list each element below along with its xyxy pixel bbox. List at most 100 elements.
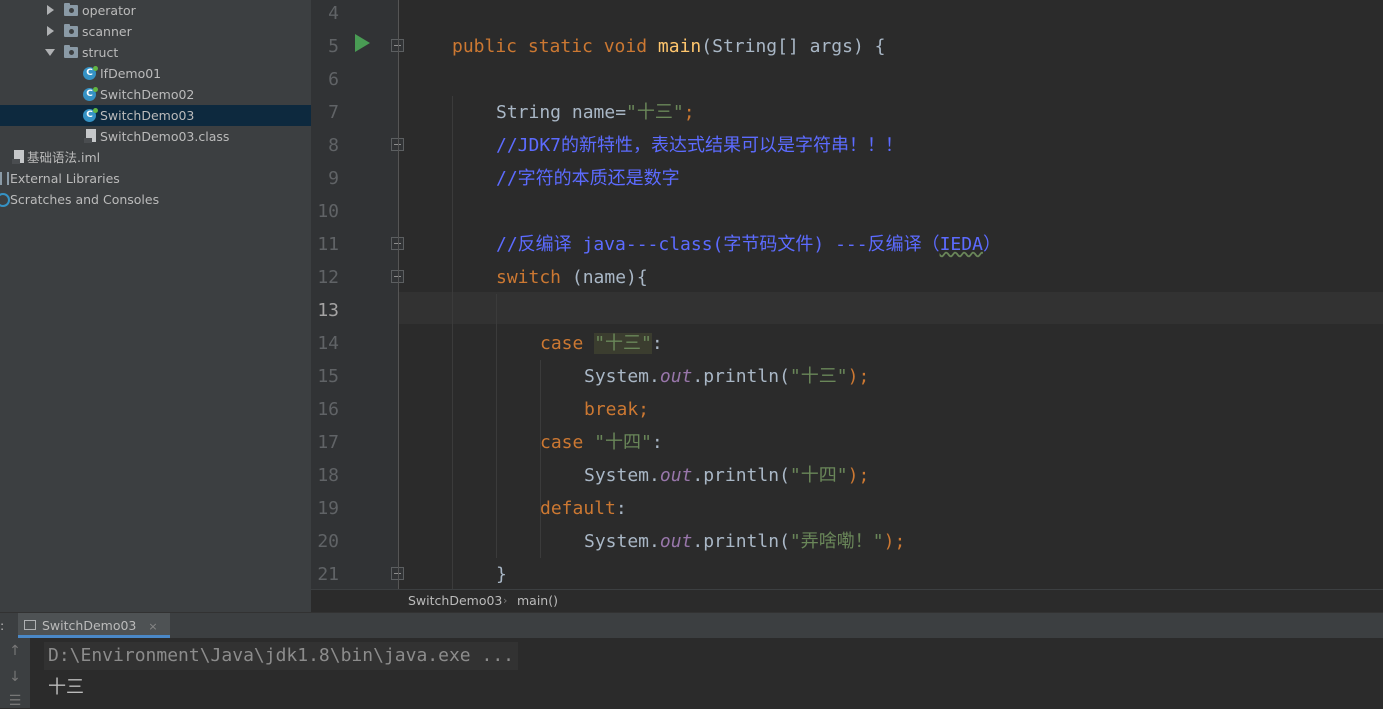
code-line-20: System.out.println("弄啥嘞！"); bbox=[584, 525, 905, 558]
code-line-5: public static void main(String[] args) { bbox=[452, 30, 886, 63]
tree-item-switchdemo03-class[interactable]: SwitchDemo03.class bbox=[0, 126, 311, 147]
console-output: 十三 bbox=[48, 677, 84, 698]
tree-item-switchdemo02[interactable]: C SwitchDemo02 bbox=[0, 84, 311, 105]
code-line-7: String name="十三"; bbox=[496, 96, 695, 129]
tree-item-label: struct bbox=[82, 45, 119, 60]
tree-item-operator[interactable]: operator bbox=[0, 0, 311, 21]
code-token: .println( bbox=[692, 366, 790, 387]
project-tree-panel: operator scanner struct C IfDemo01 C Swi… bbox=[0, 0, 311, 612]
code-token: : bbox=[651, 432, 663, 453]
tree-item-scratches[interactable]: Scratches and Consoles bbox=[0, 189, 311, 210]
code-line-15: System.out.println("十三"); bbox=[584, 360, 869, 393]
console-icon bbox=[24, 620, 36, 630]
indent-guide bbox=[496, 294, 497, 558]
tree-item-ifdemo01[interactable]: C IfDemo01 bbox=[0, 63, 311, 84]
code-token: "十四" bbox=[594, 432, 652, 453]
line-number: 17 bbox=[317, 432, 339, 453]
line-number: 14 bbox=[317, 333, 339, 354]
line-number: 6 bbox=[328, 69, 339, 90]
indent-guide bbox=[540, 360, 541, 558]
line-number: 8 bbox=[328, 135, 339, 156]
code-token: "十四" bbox=[789, 465, 848, 486]
line-number: 10 bbox=[317, 201, 339, 222]
run-tab-switchdemo03[interactable]: SwitchDemo03 × bbox=[18, 613, 170, 638]
library-icon bbox=[0, 172, 9, 185]
line-number: 4 bbox=[328, 3, 339, 24]
code-token: System. bbox=[584, 531, 660, 552]
run-side-toolbar: ↑ ↓ ☰ bbox=[0, 638, 30, 708]
collapse-arrow-icon[interactable] bbox=[45, 49, 55, 56]
folder-icon bbox=[64, 3, 78, 16]
code-line-16: break; bbox=[584, 399, 650, 420]
scroll-up-icon[interactable]: ↑ bbox=[8, 644, 22, 658]
tree-item-scanner[interactable]: scanner bbox=[0, 21, 311, 42]
java-class-icon: C bbox=[83, 66, 98, 80]
line-number: 5 bbox=[328, 36, 339, 57]
line-number: 11 bbox=[317, 234, 339, 255]
folder-icon bbox=[64, 24, 78, 37]
scroll-down-icon[interactable]: ↓ bbox=[8, 670, 22, 684]
tree-item-label: Scratches and Consoles bbox=[10, 192, 160, 207]
code-line-11: //反编译 java---class(字节码文件) ---反编译（IEDA） bbox=[496, 228, 1001, 261]
line-number: 15 bbox=[317, 366, 339, 387]
tree-item-switchdemo03[interactable]: C SwitchDemo03 bbox=[0, 105, 311, 126]
line-number: 12 bbox=[317, 267, 339, 288]
soft-wrap-icon[interactable]: ☰ bbox=[8, 694, 22, 708]
line-number-current: 13 bbox=[317, 300, 339, 321]
code-editor[interactable]: 4 5 6 7 8 9 10 11 12 13 14 15 16 17 18 1… bbox=[311, 0, 1383, 589]
editor-gutter[interactable]: 4 5 6 7 8 9 10 11 12 13 14 15 16 17 18 1… bbox=[311, 0, 404, 589]
code-token: : bbox=[615, 498, 627, 519]
console-command-line[interactable]: D:\Environment\Java\jdk1.8\bin\java.exe … bbox=[44, 642, 518, 670]
tree-item-label: scanner bbox=[82, 24, 132, 39]
code-line-12: switch (name){ bbox=[496, 261, 648, 294]
code-token: (name){ bbox=[561, 267, 648, 288]
code-token: out bbox=[659, 366, 693, 387]
code-token: ); bbox=[847, 465, 870, 486]
java-class-icon: C bbox=[83, 87, 98, 101]
highlighted-token: "十三" bbox=[594, 333, 652, 354]
code-token: default bbox=[540, 498, 616, 519]
tree-item-label: External Libraries bbox=[10, 171, 120, 186]
tree-item-label: 基础语法.iml bbox=[27, 150, 101, 165]
folder-icon bbox=[64, 45, 78, 58]
line-number: 18 bbox=[317, 465, 339, 486]
code-token: ); bbox=[847, 366, 870, 387]
code-token: .println( bbox=[692, 465, 790, 486]
code-line-17: case "十四": bbox=[540, 426, 663, 459]
run-gutter-icon[interactable] bbox=[355, 34, 370, 52]
expand-arrow-icon[interactable] bbox=[47, 26, 54, 36]
line-number: 21 bbox=[317, 564, 339, 585]
tree-item-struct[interactable]: struct bbox=[0, 42, 311, 63]
code-token: out bbox=[659, 531, 693, 552]
breadcrumb-separator-icon: › bbox=[503, 594, 508, 607]
run-tab-label: SwitchDemo03 bbox=[42, 618, 137, 633]
class-file-icon bbox=[84, 129, 96, 143]
code-line-8: //JDK7的新特性，表达式结果可以是字符串！！！ bbox=[496, 135, 904, 156]
line-number: 16 bbox=[317, 399, 339, 420]
tree-item-external-libraries[interactable]: External Libraries bbox=[0, 168, 311, 189]
code-token: "十三" bbox=[626, 102, 684, 123]
code-line-21: } bbox=[496, 564, 507, 585]
run-console[interactable]: D:\Environment\Java\jdk1.8\bin\java.exe … bbox=[30, 638, 1383, 708]
code-token: ; bbox=[683, 102, 695, 123]
breadcrumb-item-class[interactable]: SwitchDemo03 bbox=[408, 590, 502, 612]
code-token: System. bbox=[584, 366, 660, 387]
tree-item-iml[interactable]: 基础语法.iml bbox=[0, 147, 311, 168]
code-token: : bbox=[651, 333, 663, 354]
typo-token: IEDA bbox=[939, 234, 983, 255]
breadcrumb: SwitchDemo03 › main() bbox=[311, 589, 1383, 612]
code-token: public static void bbox=[452, 36, 658, 57]
scratches-icon bbox=[0, 193, 10, 207]
code-token: "弄啥嘞！" bbox=[789, 531, 884, 552]
line-number: 19 bbox=[317, 498, 339, 519]
code-token: switch bbox=[496, 267, 562, 288]
close-icon[interactable]: × bbox=[148, 620, 157, 633]
breadcrumb-item-method[interactable]: main() bbox=[517, 590, 558, 612]
iml-file-icon bbox=[12, 150, 24, 164]
tree-item-label: operator bbox=[82, 3, 136, 18]
tree-item-label: SwitchDemo03.class bbox=[100, 129, 230, 144]
code-token: main bbox=[657, 36, 702, 57]
code-token: .println( bbox=[692, 531, 790, 552]
java-class-icon: C bbox=[83, 108, 98, 122]
expand-arrow-icon[interactable] bbox=[47, 5, 54, 15]
